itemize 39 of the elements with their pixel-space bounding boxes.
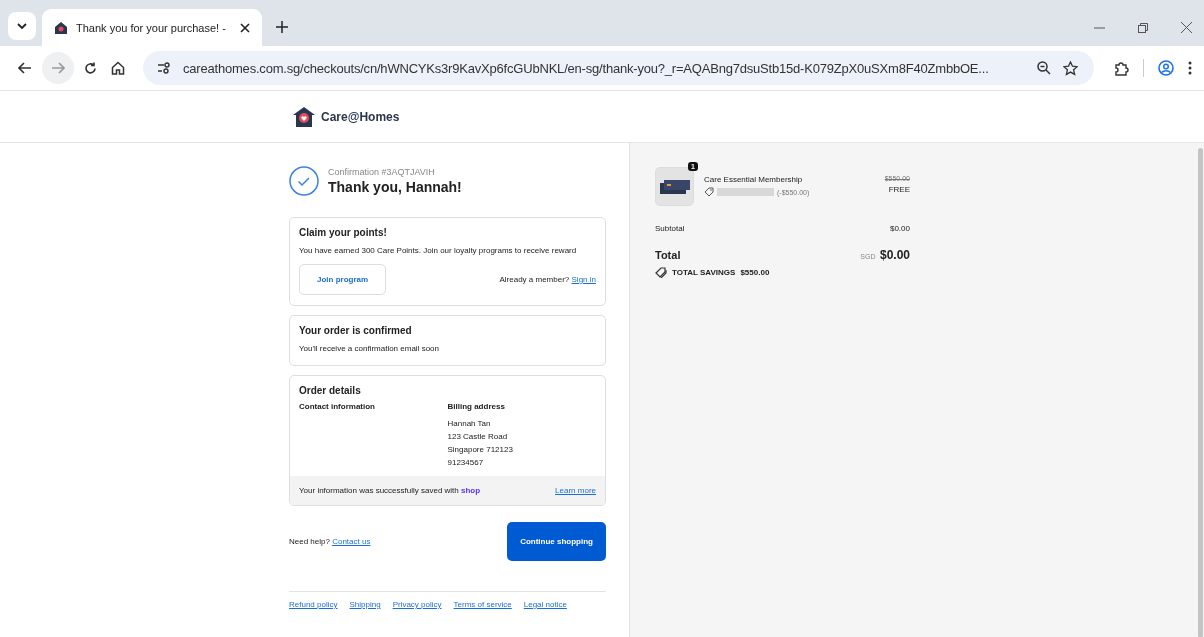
card-title: Claim your points! (299, 227, 388, 238)
url-text: careathomes.com.sg/checkouts/cn/hWNCYKs3r9KavXp6fcGUbNKL/en-sg/thank-you?_r=AQABng7dsuStb15d-K079ZpX0uSXm8F40ZmbbOE... (183, 60, 990, 76)
total-savings-value: $550.00 (740, 268, 770, 277)
join-program-button[interactable]: Join program (299, 264, 387, 295)
thank-you-heading: Thank you, Hannah! (328, 179, 462, 195)
sign-in-link[interactable]: Sign in (571, 275, 596, 284)
learn-more-link[interactable]: Learn more (555, 486, 596, 495)
item-price: FREE (887, 185, 910, 194)
billing-label: Billing address (447, 402, 506, 411)
footer-link[interactable]: Shipping (349, 600, 381, 609)
browser-tab[interactable]: Thank you for your purchase! - (42, 9, 262, 46)
footer-link[interactable]: Legal notice (523, 600, 567, 609)
address-line: Hannah Tan (447, 418, 492, 430)
product-name: Care Essential Membership (704, 175, 804, 184)
subtotal-value: $0.00 (889, 224, 910, 233)
footer-link[interactable]: Refund policy (289, 600, 338, 609)
card-text: You'll receive a confirmation email soon (299, 343, 440, 355)
footer-link[interactable]: Terms of service (453, 600, 512, 609)
brand-name[interactable]: Care@Homes (321, 109, 400, 124)
card-title: Your order is confirmed (299, 325, 413, 336)
member-text: Already a member? (499, 275, 570, 284)
total-label: Total (655, 249, 681, 261)
card-text: You have earned 300 Care Points. Join our loyalty programs to receive reward (299, 245, 578, 257)
address-bar[interactable]: careathomes.com.sg/checkouts/cn/hWNCYKs3r9KavXp6fcGUbNKL/en-sg/thank-you?_r=AQABng7dsuStb15d-K079ZpX0uSXm8F40ZmbbOE... (143, 51, 1094, 85)
total-value: $0.00 (879, 248, 910, 262)
confirmation-number: Confirmation #3AQTJAVIH (328, 167, 436, 177)
footer-link[interactable]: Privacy policy (392, 600, 442, 609)
help-text: Need help? Contact us (289, 537, 371, 546)
address-line: Singapore 712123 (447, 444, 514, 456)
saved-info-text: Your information was successfully saved with shop (299, 486, 481, 495)
total-savings-label: TOTAL SAVINGS (672, 268, 736, 277)
contact-us-link[interactable]: Contact us (332, 537, 371, 546)
address-line: 91234567 (447, 457, 485, 469)
subtotal-label: Subtotal (655, 224, 685, 233)
continue-shopping-button[interactable]: Continue shopping (507, 522, 606, 561)
card-title: Order details (299, 385, 362, 396)
address-line: 123 Castle Road (447, 431, 509, 443)
tab-title: Thank you for your purchase! - (76, 21, 227, 34)
contact-label: Contact information (299, 402, 376, 411)
